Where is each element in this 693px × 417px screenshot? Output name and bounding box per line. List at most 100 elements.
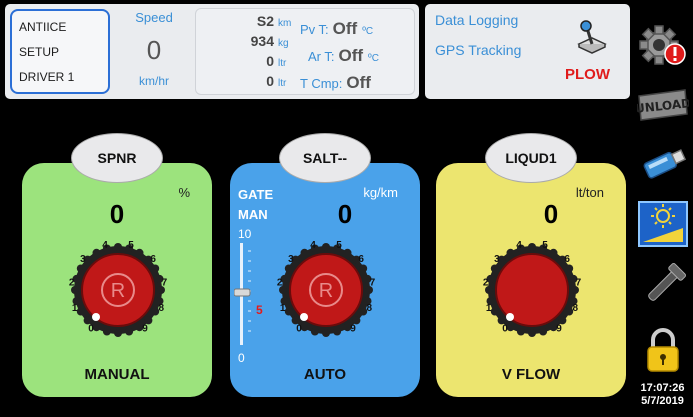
joystick-icon[interactable] — [575, 18, 609, 54]
dial-pointer — [300, 313, 308, 321]
dial-number: 4 — [516, 240, 522, 251]
mode-selector[interactable]: ANTIICE SETUP DRIVER 1 — [10, 9, 110, 94]
status-panel: ANTIICE SETUP DRIVER 1 Speed 0 km/hr S2 k… — [5, 4, 419, 99]
spinner-value: 0 — [109, 199, 125, 229]
dial-knurl — [343, 248, 352, 257]
speed-label: Speed — [135, 10, 173, 25]
liquid-select-button[interactable]: LIQUD1 — [485, 133, 577, 183]
dial-knurl — [300, 248, 309, 257]
dial-knurl — [135, 248, 144, 257]
unload-button[interactable]: UNLOAD — [634, 80, 692, 128]
dial-number: 9 — [142, 324, 148, 335]
distance-readout: S2 km — [204, 13, 296, 29]
liquid-readout: 0 ltr — [204, 53, 296, 69]
dial-number: 2 — [277, 277, 283, 288]
salt-mode-label[interactable]: AUTO — [230, 366, 420, 383]
spinner-dial[interactable]: R 01 2 3 4 5 6 7 89 — [63, 235, 173, 345]
pavement-temp: Pv T: Off ºC — [300, 19, 373, 39]
mode-line: SETUP — [19, 45, 60, 59]
spinner-mode-label[interactable]: MANUAL — [22, 366, 212, 383]
gate-slider-track[interactable] — [234, 241, 268, 347]
dial-number: 2 — [483, 277, 489, 288]
dial-knurl — [114, 243, 122, 251]
gps-tracking-label: GPS Tracking — [435, 42, 522, 58]
brightness-icon[interactable] — [637, 200, 689, 248]
dial-knurl — [76, 307, 85, 316]
dial-number: 3 — [288, 254, 294, 265]
dial-knurl — [359, 264, 368, 273]
dial-number: 6 — [564, 254, 570, 265]
dial-number: 5 — [336, 240, 342, 251]
usb-drive-icon[interactable] — [637, 140, 689, 188]
dial-number: 2 — [69, 277, 75, 288]
pavement-temp-unit: ºC — [362, 26, 374, 37]
dial-knurl — [322, 329, 330, 337]
unload-icon: UNLOAD — [634, 89, 692, 121]
temp-compensation-label: T Cmp: — [300, 76, 343, 91]
plow-label: PLOW — [565, 66, 610, 83]
dial-number: 3 — [494, 254, 500, 265]
dial-knurl — [333, 327, 342, 336]
liquid-total-value: 0 — [266, 73, 274, 89]
wrench-icon[interactable] — [637, 262, 689, 310]
liquid-mode-label[interactable]: V FLOW — [436, 366, 626, 383]
padlock-icon[interactable] — [637, 326, 689, 374]
air-temp: Ar T: Off ºC — [300, 46, 379, 66]
material-readout: 934 kg — [204, 33, 296, 49]
mode-line: DRIVER 1 — [19, 70, 75, 84]
dial-number: 7 — [576, 277, 582, 288]
dial-number: 9 — [350, 324, 356, 335]
gear-alert-icon[interactable] — [637, 20, 689, 68]
dial-knurl — [102, 327, 111, 336]
salt-value: 0 — [337, 199, 353, 229]
clock-date: 5/7/2019 — [641, 395, 684, 407]
spinner-card: SPNR % 0 R 0123456789 MANUAL — [22, 133, 212, 397]
liquid-total-readout: 0 ltr — [204, 73, 296, 89]
dial-number: 4 — [102, 240, 108, 251]
gate-label: GATE — [238, 187, 274, 202]
dial-knurl — [528, 243, 536, 251]
dial-knurl — [151, 264, 160, 273]
gate-value: 5 — [256, 303, 263, 317]
dial-pointer — [506, 313, 514, 321]
dial-number: 8 — [159, 303, 165, 314]
dial-number: 5 — [542, 240, 548, 251]
dial-number: 6 — [150, 254, 156, 265]
dial-pointer — [92, 313, 100, 321]
salt-dial[interactable]: R 01 2 3 4 5 6 7 89 — [271, 235, 381, 345]
pavement-temp-value: Off — [332, 19, 358, 38]
spinner-select-button[interactable]: SPNR — [71, 133, 163, 183]
salt-card: SALT-- GATE MAN kg/km 0 10 5 0 R 0123456… — [230, 133, 420, 397]
liquid-unit: lt/ton — [575, 185, 604, 200]
dial-knurl — [92, 248, 101, 257]
tool-column: UNLOAD 17:07:26 5/7/2019 — [632, 0, 693, 417]
distance-value: S2 — [256, 13, 274, 29]
dial-knurl — [506, 248, 515, 257]
pavement-temp-label: Pv T: — [300, 22, 329, 37]
logging-panel[interactable]: Data Logging GPS Tracking PLOW — [425, 4, 630, 99]
gate-mode[interactable]: GATE MAN — [238, 185, 273, 225]
dial-knurl — [76, 264, 85, 273]
gate-slider[interactable]: 10 5 0 — [234, 223, 274, 365]
dial-number: 8 — [367, 303, 373, 314]
material-unit: kg — [278, 38, 289, 49]
salt-select-button[interactable]: SALT-- — [279, 133, 371, 183]
dial-knurl — [528, 329, 536, 337]
dial-number: 1 — [486, 303, 492, 314]
dial-knurl — [310, 327, 319, 336]
dial-number: 7 — [370, 277, 376, 288]
dial-knurl — [549, 248, 558, 257]
dial-number: 6 — [358, 254, 364, 265]
liquid-dial[interactable]: 01 2 3 4 5 6 7 89 — [477, 235, 587, 345]
dial-knurl — [125, 327, 134, 336]
dial-knurl — [490, 264, 499, 273]
dial-knurl — [322, 243, 330, 251]
salt-dial-letter: R — [319, 280, 333, 302]
spinner-dial-letter: R — [111, 280, 125, 302]
air-temp-value: Off — [338, 46, 364, 65]
air-temp-label: Ar T: — [308, 49, 335, 64]
dial-number: 5 — [128, 240, 134, 251]
dial-number: 1 — [72, 303, 78, 314]
gate-max: 10 — [238, 227, 252, 241]
dial-number: 0 — [502, 324, 508, 335]
